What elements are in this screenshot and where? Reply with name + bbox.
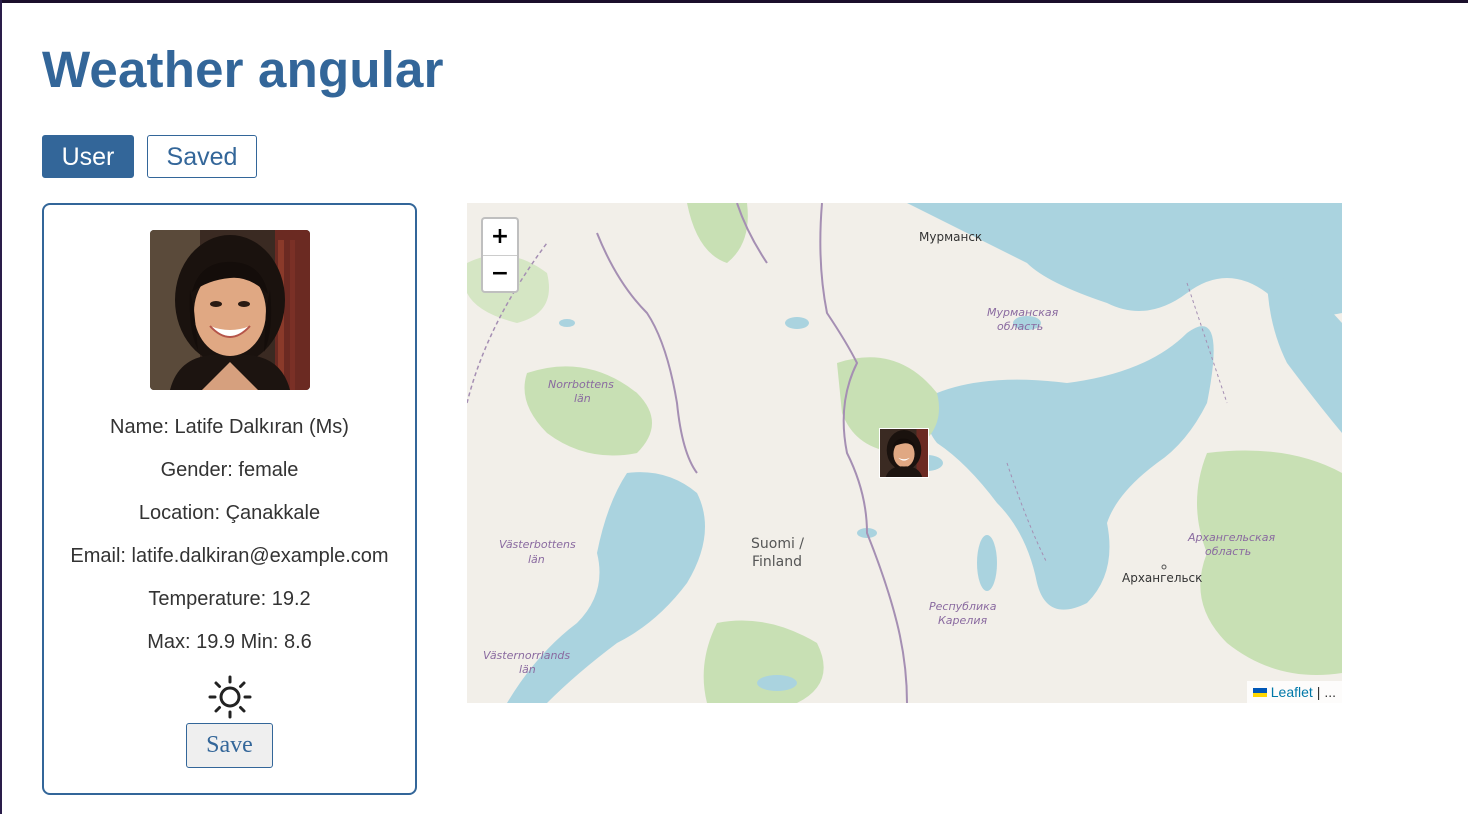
label-finland-1: Suomi / xyxy=(751,536,804,552)
map-attribution: Leaflet | ... xyxy=(1246,681,1342,703)
attribution-rest: | ... xyxy=(1316,684,1336,700)
user-gender: Gender: female xyxy=(160,459,299,481)
user-max-min: Max: 19.9 Min: 8.6 xyxy=(147,631,312,653)
user-email: Email: latife.dalkiran@example.com xyxy=(70,545,389,567)
leaflet-link[interactable]: Leaflet xyxy=(1271,681,1313,703)
zoom-in-button[interactable]: + xyxy=(483,219,517,256)
label-arkhangelsk-oblast-2: область xyxy=(1205,545,1251,558)
label-arkhangelsk: Архангельск xyxy=(1122,571,1202,585)
user-card: Name: Latife Dalkıran (Ms) Gender: femal… xyxy=(42,203,417,795)
map[interactable]: Мурманск Мурманская область Norrbottens … xyxy=(467,203,1342,703)
page-title: Weather angular xyxy=(42,41,444,98)
label-vasterbotten-2: län xyxy=(528,553,545,566)
window-left-border xyxy=(0,0,2,814)
save-button[interactable]: Save xyxy=(186,723,273,768)
user-avatar xyxy=(150,230,310,390)
label-vasterbotten-1: Västerbottens xyxy=(499,538,576,551)
tab-user[interactable]: User xyxy=(42,135,134,178)
label-karelia-1: Республика xyxy=(929,600,997,613)
label-norrbotten-2: län xyxy=(574,392,591,405)
label-norrbotten-1: Norrbottens xyxy=(548,378,614,391)
label-vasternorrland-1: Västernorrlands xyxy=(483,649,570,662)
label-murmansk-oblast-2: область xyxy=(997,320,1043,333)
zoom-control: + − xyxy=(481,217,519,293)
user-location: Location: Çanakkale xyxy=(138,502,321,524)
label-murmansk-oblast-1: Мурманская xyxy=(987,306,1059,319)
user-map-marker[interactable] xyxy=(879,428,929,478)
user-name: Name: Latife Dalkıran (Ms) xyxy=(110,416,349,438)
window-top-border xyxy=(0,0,1468,3)
label-arkhangelsk-oblast-1: Архангельская xyxy=(1187,531,1275,544)
label-murmansk: Мурманск xyxy=(919,230,982,244)
zoom-out-button[interactable]: − xyxy=(483,256,517,291)
label-karelia-2: Карелия xyxy=(938,614,987,627)
label-vasternorrland-2: län xyxy=(519,663,536,676)
ukraine-flag-icon xyxy=(1252,687,1267,697)
sun-icon xyxy=(208,675,252,719)
user-temperature: Temperature: 19.2 xyxy=(148,588,311,610)
tab-saved[interactable]: Saved xyxy=(147,135,257,178)
label-finland-2: Finland xyxy=(752,554,802,570)
